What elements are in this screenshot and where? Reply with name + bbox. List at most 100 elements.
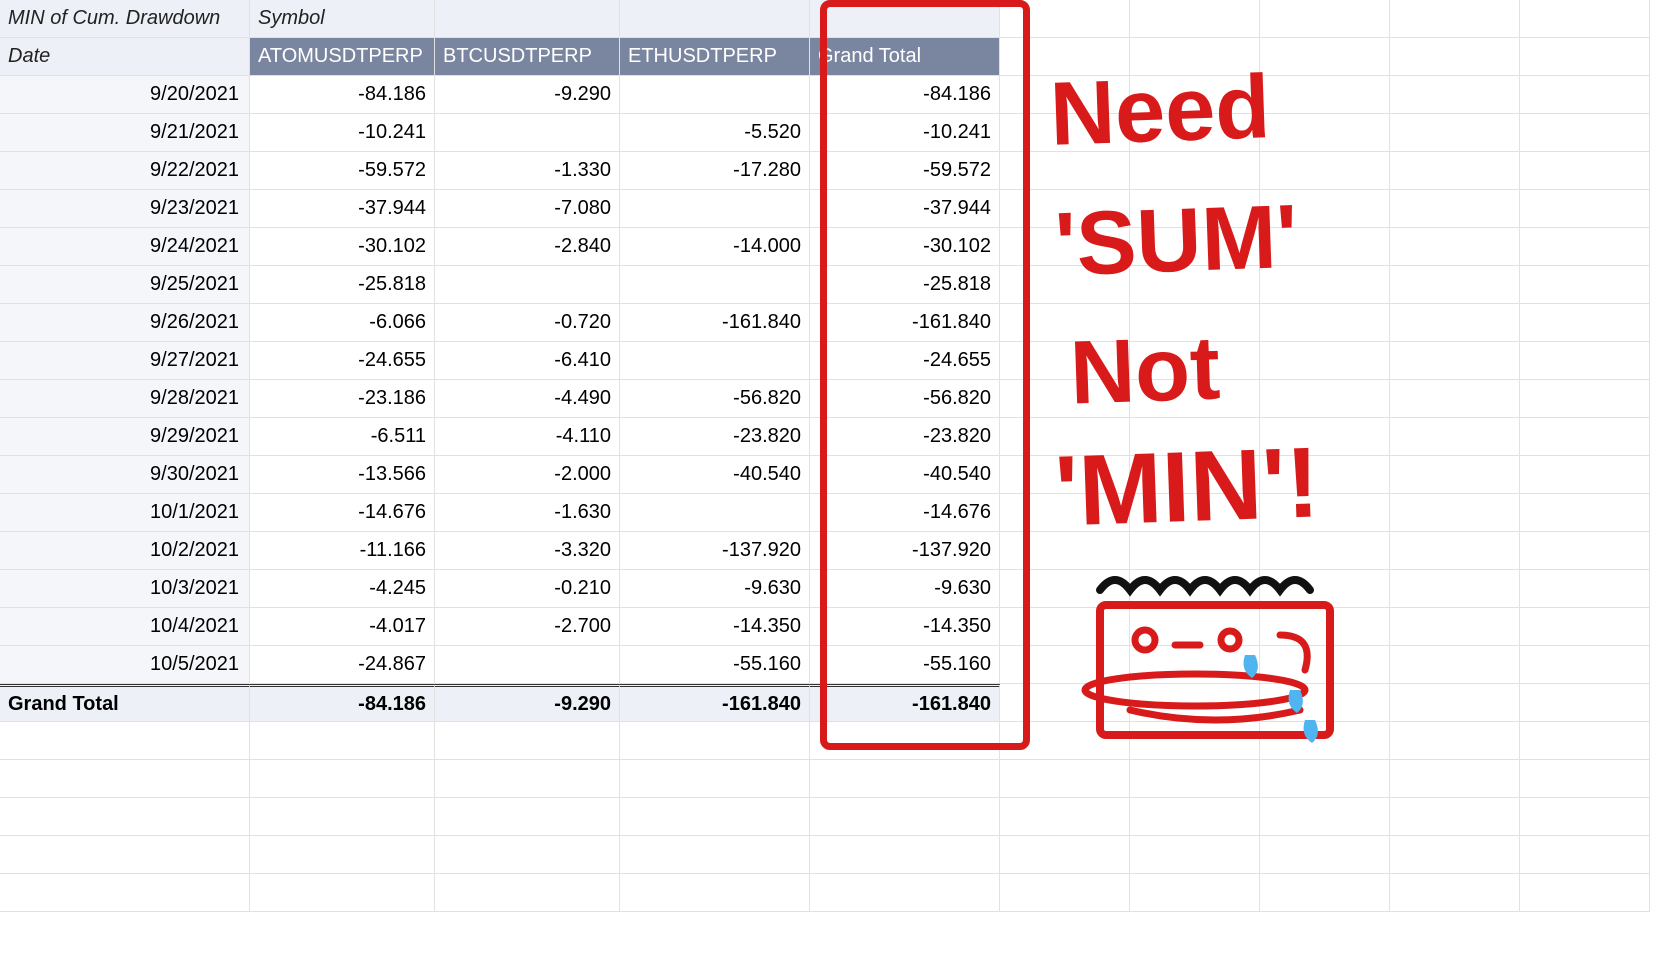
spreadsheet-cell[interactable] — [1520, 874, 1650, 912]
spreadsheet-cell[interactable] — [620, 836, 810, 874]
spreadsheet-cell[interactable] — [1520, 570, 1650, 608]
spreadsheet-cell[interactable] — [1390, 608, 1520, 646]
pivot-data-cell[interactable]: -14.676 — [250, 494, 435, 532]
spreadsheet-cell[interactable] — [1260, 266, 1390, 304]
spreadsheet-cell[interactable] — [1130, 76, 1260, 114]
pivot-data-cell[interactable]: -14.350 — [620, 608, 810, 646]
pivot-data-cell[interactable]: -84.186 — [250, 76, 435, 114]
pivot-data-cell[interactable]: -30.102 — [810, 228, 1000, 266]
spreadsheet-cell[interactable] — [1000, 38, 1130, 76]
pivot-data-cell[interactable]: -6.511 — [250, 418, 435, 456]
pivot-row-date[interactable]: 9/24/2021 — [0, 228, 250, 266]
spreadsheet-cell[interactable] — [1260, 494, 1390, 532]
spreadsheet-cell[interactable] — [1260, 646, 1390, 684]
spreadsheet-cell[interactable] — [1390, 494, 1520, 532]
pivot-data-cell[interactable] — [620, 342, 810, 380]
spreadsheet-cell[interactable] — [1520, 152, 1650, 190]
spreadsheet-cell[interactable] — [1520, 304, 1650, 342]
pivot-grand-total-cell[interactable]: -161.840 — [620, 684, 810, 722]
spreadsheet-cell[interactable] — [1130, 570, 1260, 608]
pivot-data-cell[interactable]: -56.820 — [620, 380, 810, 418]
pivot-grand-total-cell[interactable]: -161.840 — [810, 684, 1000, 722]
spreadsheet-cell[interactable] — [1260, 684, 1390, 722]
spreadsheet-cell[interactable] — [1130, 836, 1260, 874]
spreadsheet-cell[interactable] — [1260, 304, 1390, 342]
spreadsheet-cell[interactable] — [1000, 342, 1130, 380]
spreadsheet-cell[interactable] — [1000, 76, 1130, 114]
pivot-column-header[interactable]: BTCUSDTPERP — [435, 38, 620, 76]
spreadsheet-cell[interactable] — [1000, 152, 1130, 190]
pivot-data-cell[interactable]: -84.186 — [810, 76, 1000, 114]
pivot-header-cell[interactable] — [435, 0, 620, 38]
spreadsheet-cell[interactable] — [250, 874, 435, 912]
spreadsheet-cell[interactable] — [1260, 874, 1390, 912]
pivot-data-cell[interactable]: -37.944 — [810, 190, 1000, 228]
spreadsheet-cell[interactable] — [620, 760, 810, 798]
pivot-data-cell[interactable]: -9.630 — [620, 570, 810, 608]
spreadsheet-cell[interactable] — [1390, 836, 1520, 874]
pivot-data-cell[interactable]: -55.160 — [620, 646, 810, 684]
spreadsheet-cell[interactable] — [1520, 456, 1650, 494]
spreadsheet-cell[interactable] — [1000, 608, 1130, 646]
spreadsheet-cell[interactable] — [1260, 152, 1390, 190]
spreadsheet-cell[interactable] — [1260, 722, 1390, 760]
spreadsheet-cell[interactable] — [1000, 760, 1130, 798]
pivot-data-cell[interactable]: -30.102 — [250, 228, 435, 266]
pivot-data-cell[interactable]: -24.655 — [810, 342, 1000, 380]
spreadsheet-cell[interactable] — [1390, 456, 1520, 494]
spreadsheet-cell[interactable] — [1520, 342, 1650, 380]
pivot-row-date[interactable]: 9/28/2021 — [0, 380, 250, 418]
spreadsheet-cell[interactable] — [1520, 760, 1650, 798]
spreadsheet-cell[interactable] — [810, 874, 1000, 912]
pivot-data-cell[interactable] — [435, 646, 620, 684]
spreadsheet-cell[interactable] — [250, 760, 435, 798]
spreadsheet-cell[interactable] — [620, 874, 810, 912]
pivot-column-group-label[interactable]: Symbol — [250, 0, 435, 38]
spreadsheet-cell[interactable] — [1390, 0, 1520, 38]
spreadsheet-cell[interactable] — [1390, 684, 1520, 722]
pivot-data-cell[interactable]: -161.840 — [810, 304, 1000, 342]
pivot-data-cell[interactable]: -10.241 — [810, 114, 1000, 152]
spreadsheet-cell[interactable] — [1000, 646, 1130, 684]
spreadsheet-cell[interactable] — [1130, 342, 1260, 380]
pivot-grand-total-cell[interactable]: -84.186 — [250, 684, 435, 722]
pivot-data-cell[interactable]: -2.000 — [435, 456, 620, 494]
spreadsheet-cell[interactable] — [1390, 228, 1520, 266]
pivot-header-cell[interactable] — [620, 0, 810, 38]
pivot-row-label[interactable]: Date — [0, 38, 250, 76]
pivot-data-cell[interactable]: -4.017 — [250, 608, 435, 646]
pivot-data-cell[interactable] — [620, 494, 810, 532]
pivot-data-cell[interactable] — [435, 114, 620, 152]
spreadsheet-cell[interactable] — [1260, 532, 1390, 570]
pivot-grand-total-label[interactable]: Grand Total — [0, 684, 250, 722]
spreadsheet-cell[interactable] — [1390, 190, 1520, 228]
pivot-data-cell[interactable]: -25.818 — [810, 266, 1000, 304]
spreadsheet-cell[interactable] — [1260, 76, 1390, 114]
spreadsheet-cell[interactable] — [435, 836, 620, 874]
spreadsheet-cell[interactable] — [1000, 456, 1130, 494]
spreadsheet-cell[interactable] — [1260, 38, 1390, 76]
spreadsheet-cell[interactable] — [1520, 228, 1650, 266]
pivot-data-cell[interactable] — [620, 190, 810, 228]
pivot-table[interactable]: MIN of Cum. DrawdownSymbolDateATOMUSDTPE… — [0, 0, 1662, 912]
pivot-data-cell[interactable]: -23.186 — [250, 380, 435, 418]
spreadsheet-cell[interactable] — [0, 874, 250, 912]
spreadsheet-cell[interactable] — [1000, 418, 1130, 456]
pivot-value-field-label[interactable]: MIN of Cum. Drawdown — [0, 0, 250, 38]
pivot-data-cell[interactable]: -11.166 — [250, 532, 435, 570]
pivot-row-date[interactable]: 9/22/2021 — [0, 152, 250, 190]
pivot-column-header[interactable]: ATOMUSDTPERP — [250, 38, 435, 76]
spreadsheet-cell[interactable] — [810, 836, 1000, 874]
spreadsheet-cell[interactable] — [1260, 380, 1390, 418]
spreadsheet-cell[interactable] — [1130, 418, 1260, 456]
spreadsheet-cell[interactable] — [1390, 266, 1520, 304]
pivot-data-cell[interactable]: -6.410 — [435, 342, 620, 380]
spreadsheet-cell[interactable] — [1130, 114, 1260, 152]
spreadsheet-cell[interactable] — [1130, 798, 1260, 836]
pivot-data-cell[interactable]: -14.000 — [620, 228, 810, 266]
pivot-data-cell[interactable] — [620, 266, 810, 304]
pivot-row-date[interactable]: 10/3/2021 — [0, 570, 250, 608]
spreadsheet-cell[interactable] — [810, 760, 1000, 798]
spreadsheet-cell[interactable] — [1130, 494, 1260, 532]
spreadsheet-cell[interactable] — [250, 722, 435, 760]
